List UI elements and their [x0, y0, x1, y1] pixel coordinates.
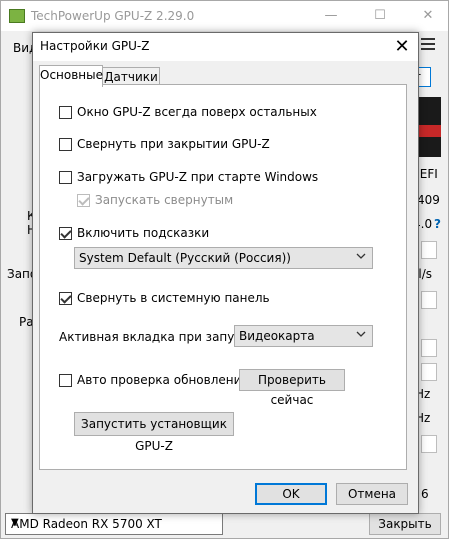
minimize-button[interactable]: —	[314, 5, 348, 27]
start-minimized-option[interactable]: Запускать свернутым	[77, 193, 337, 209]
minimize-to-tray-label: Свернуть в системную панель	[77, 291, 270, 305]
minimize-to-tray-checkbox[interactable]	[59, 292, 72, 305]
auto-update-option[interactable]: Авто проверка обновлений	[59, 373, 249, 389]
close-button[interactable]: Закрыть	[369, 513, 441, 535]
startup-tab-select-value: Видеокарта	[239, 329, 315, 343]
main-window-title: TechPowerUp GPU-Z 2.29.0	[31, 9, 195, 23]
language-select-value: System Default (Русский (Россия))	[79, 251, 291, 265]
help-icon[interactable]: ?	[434, 217, 441, 231]
main-title-bar: TechPowerUp GPU-Z 2.29.0 — ☐ ✕	[1, 1, 448, 31]
menu-icon[interactable]	[421, 38, 435, 50]
bg-field-4	[421, 363, 437, 381]
load-on-startup-checkbox[interactable]	[59, 171, 72, 184]
auto-update-checkbox[interactable]	[59, 374, 72, 387]
dialog-title: Настройки GPU-Z	[40, 39, 150, 53]
check-now-button[interactable]: Проверить сейчас	[239, 369, 345, 407]
load-on-startup-option[interactable]: Загружать GPU-Z при старте Windows	[59, 170, 359, 186]
maximize-button[interactable]: ☐	[363, 5, 397, 27]
enable-tooltips-option[interactable]: Включить подсказки	[59, 226, 359, 242]
minimize-on-close-label: Свернуть при закрытии GPU-Z	[77, 137, 270, 151]
bg-field-2	[421, 291, 437, 309]
run-installer-button[interactable]: Запустить установщик GPU-Z	[74, 412, 234, 453]
settings-dialog: Настройки GPU-Z ✕ Основные Датчики Окно …	[32, 32, 419, 514]
chevron-down-icon	[356, 331, 366, 337]
chevron-down-icon: ▼	[11, 517, 19, 528]
start-minimized-label: Запускать свернутым	[95, 193, 234, 207]
tab-general[interactable]: Основные	[39, 65, 103, 87]
bios-fragment: 409	[417, 193, 440, 207]
startup-tab-select[interactable]: Видеокарта	[234, 325, 373, 347]
minimize-to-tray-option[interactable]: Свернуть в системную панель	[59, 291, 359, 307]
language-select[interactable]: System Default (Русский (Россия))	[74, 247, 373, 269]
gpu-select[interactable]: AMD Radeon RX 5700 XT ▼	[5, 513, 223, 535]
main-close-button[interactable]: ✕	[411, 5, 445, 27]
count-fragment: 6	[421, 487, 429, 501]
always-on-top-checkbox[interactable]	[59, 106, 72, 119]
bg-field-3	[421, 339, 437, 357]
start-minimized-checkbox[interactable]	[77, 194, 90, 207]
ok-button[interactable]: OK	[255, 483, 327, 505]
always-on-top-label: Окно GPU-Z всегда поверх остальных	[77, 105, 317, 119]
startup-tab-label: Активная вкладка при запуске:	[59, 330, 260, 344]
chevron-down-icon	[356, 253, 366, 259]
gpu-z-app-icon	[9, 9, 25, 23]
auto-update-label: Авто проверка обновлений	[77, 373, 250, 387]
minimize-on-close-checkbox[interactable]	[59, 138, 72, 151]
load-on-startup-label: Загружать GPU-Z при старте Windows	[77, 170, 319, 184]
enable-tooltips-label: Включить подсказки	[77, 226, 210, 240]
cancel-button[interactable]: Отмена	[336, 483, 408, 505]
dialog-close-button[interactable]: ✕	[387, 33, 417, 61]
enable-tooltips-checkbox[interactable]	[59, 227, 72, 240]
dialog-title-bar: Настройки GPU-Z ✕	[33, 33, 418, 61]
minimize-on-close-option[interactable]: Свернуть при закрытии GPU-Z	[59, 137, 359, 153]
bg-field-1	[421, 241, 437, 259]
always-on-top-option[interactable]: Окно GPU-Z всегда поверх остальных	[59, 105, 359, 121]
general-tab-panel: Окно GPU-Z всегда поверх остальных Сверн…	[39, 84, 407, 470]
bg-field-5	[421, 435, 437, 453]
